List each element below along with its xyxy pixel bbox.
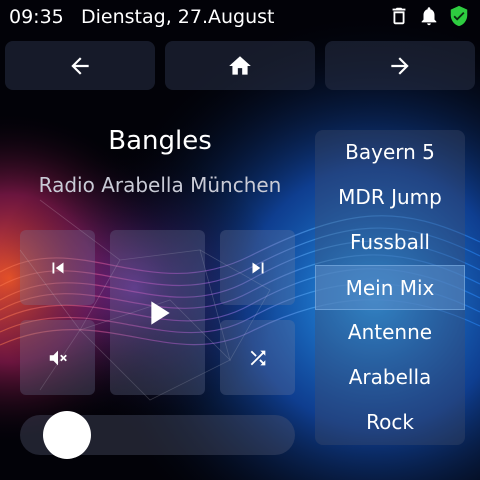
shuffle-icon xyxy=(250,350,265,365)
station-list-item[interactable]: MDR Jump xyxy=(315,175,465,220)
station-list: Bayern 5 MDR Jump Fussball Mein Mix Antenne A… xyxy=(315,130,465,445)
skip-previous-icon xyxy=(52,262,63,273)
clock: 09:35 xyxy=(9,6,64,28)
home-icon xyxy=(229,55,251,75)
previous-button[interactable] xyxy=(20,230,95,305)
station-list-item[interactable]: Antenne xyxy=(315,310,465,355)
station-list-item[interactable]: Arabella xyxy=(315,355,465,400)
volume-slider-knob[interactable] xyxy=(43,411,91,459)
arrow-left-icon xyxy=(71,56,89,75)
home-button[interactable] xyxy=(165,41,315,90)
date-label: Dienstag, 27.August xyxy=(81,6,275,28)
status-icons xyxy=(388,5,470,29)
back-button[interactable] xyxy=(5,41,155,90)
station-list-item[interactable]: Bayern 5 xyxy=(315,130,465,175)
station-name: Radio Arabella München xyxy=(38,173,282,197)
arrow-right-icon xyxy=(391,56,409,75)
forward-button[interactable] xyxy=(325,41,475,90)
artist-title: Bangles xyxy=(108,126,212,156)
next-button[interactable] xyxy=(220,230,295,305)
trash-icon[interactable] xyxy=(388,5,410,27)
play-button[interactable] xyxy=(110,230,205,395)
skip-next-icon xyxy=(252,262,263,273)
volume-mute-icon xyxy=(49,350,67,365)
station-list-item[interactable]: Rock xyxy=(315,400,465,445)
play-icon xyxy=(150,300,170,325)
shield-check-icon[interactable] xyxy=(448,5,470,27)
station-list-item[interactable]: Mein Mix xyxy=(315,265,465,310)
mute-button[interactable] xyxy=(20,320,95,395)
shuffle-button[interactable] xyxy=(220,320,295,395)
station-list-item[interactable]: Fussball xyxy=(315,220,465,265)
status-bar: 09:35 Dienstag, 27.August xyxy=(0,0,480,34)
volume-slider[interactable] xyxy=(20,411,295,459)
bell-icon[interactable] xyxy=(418,5,440,27)
